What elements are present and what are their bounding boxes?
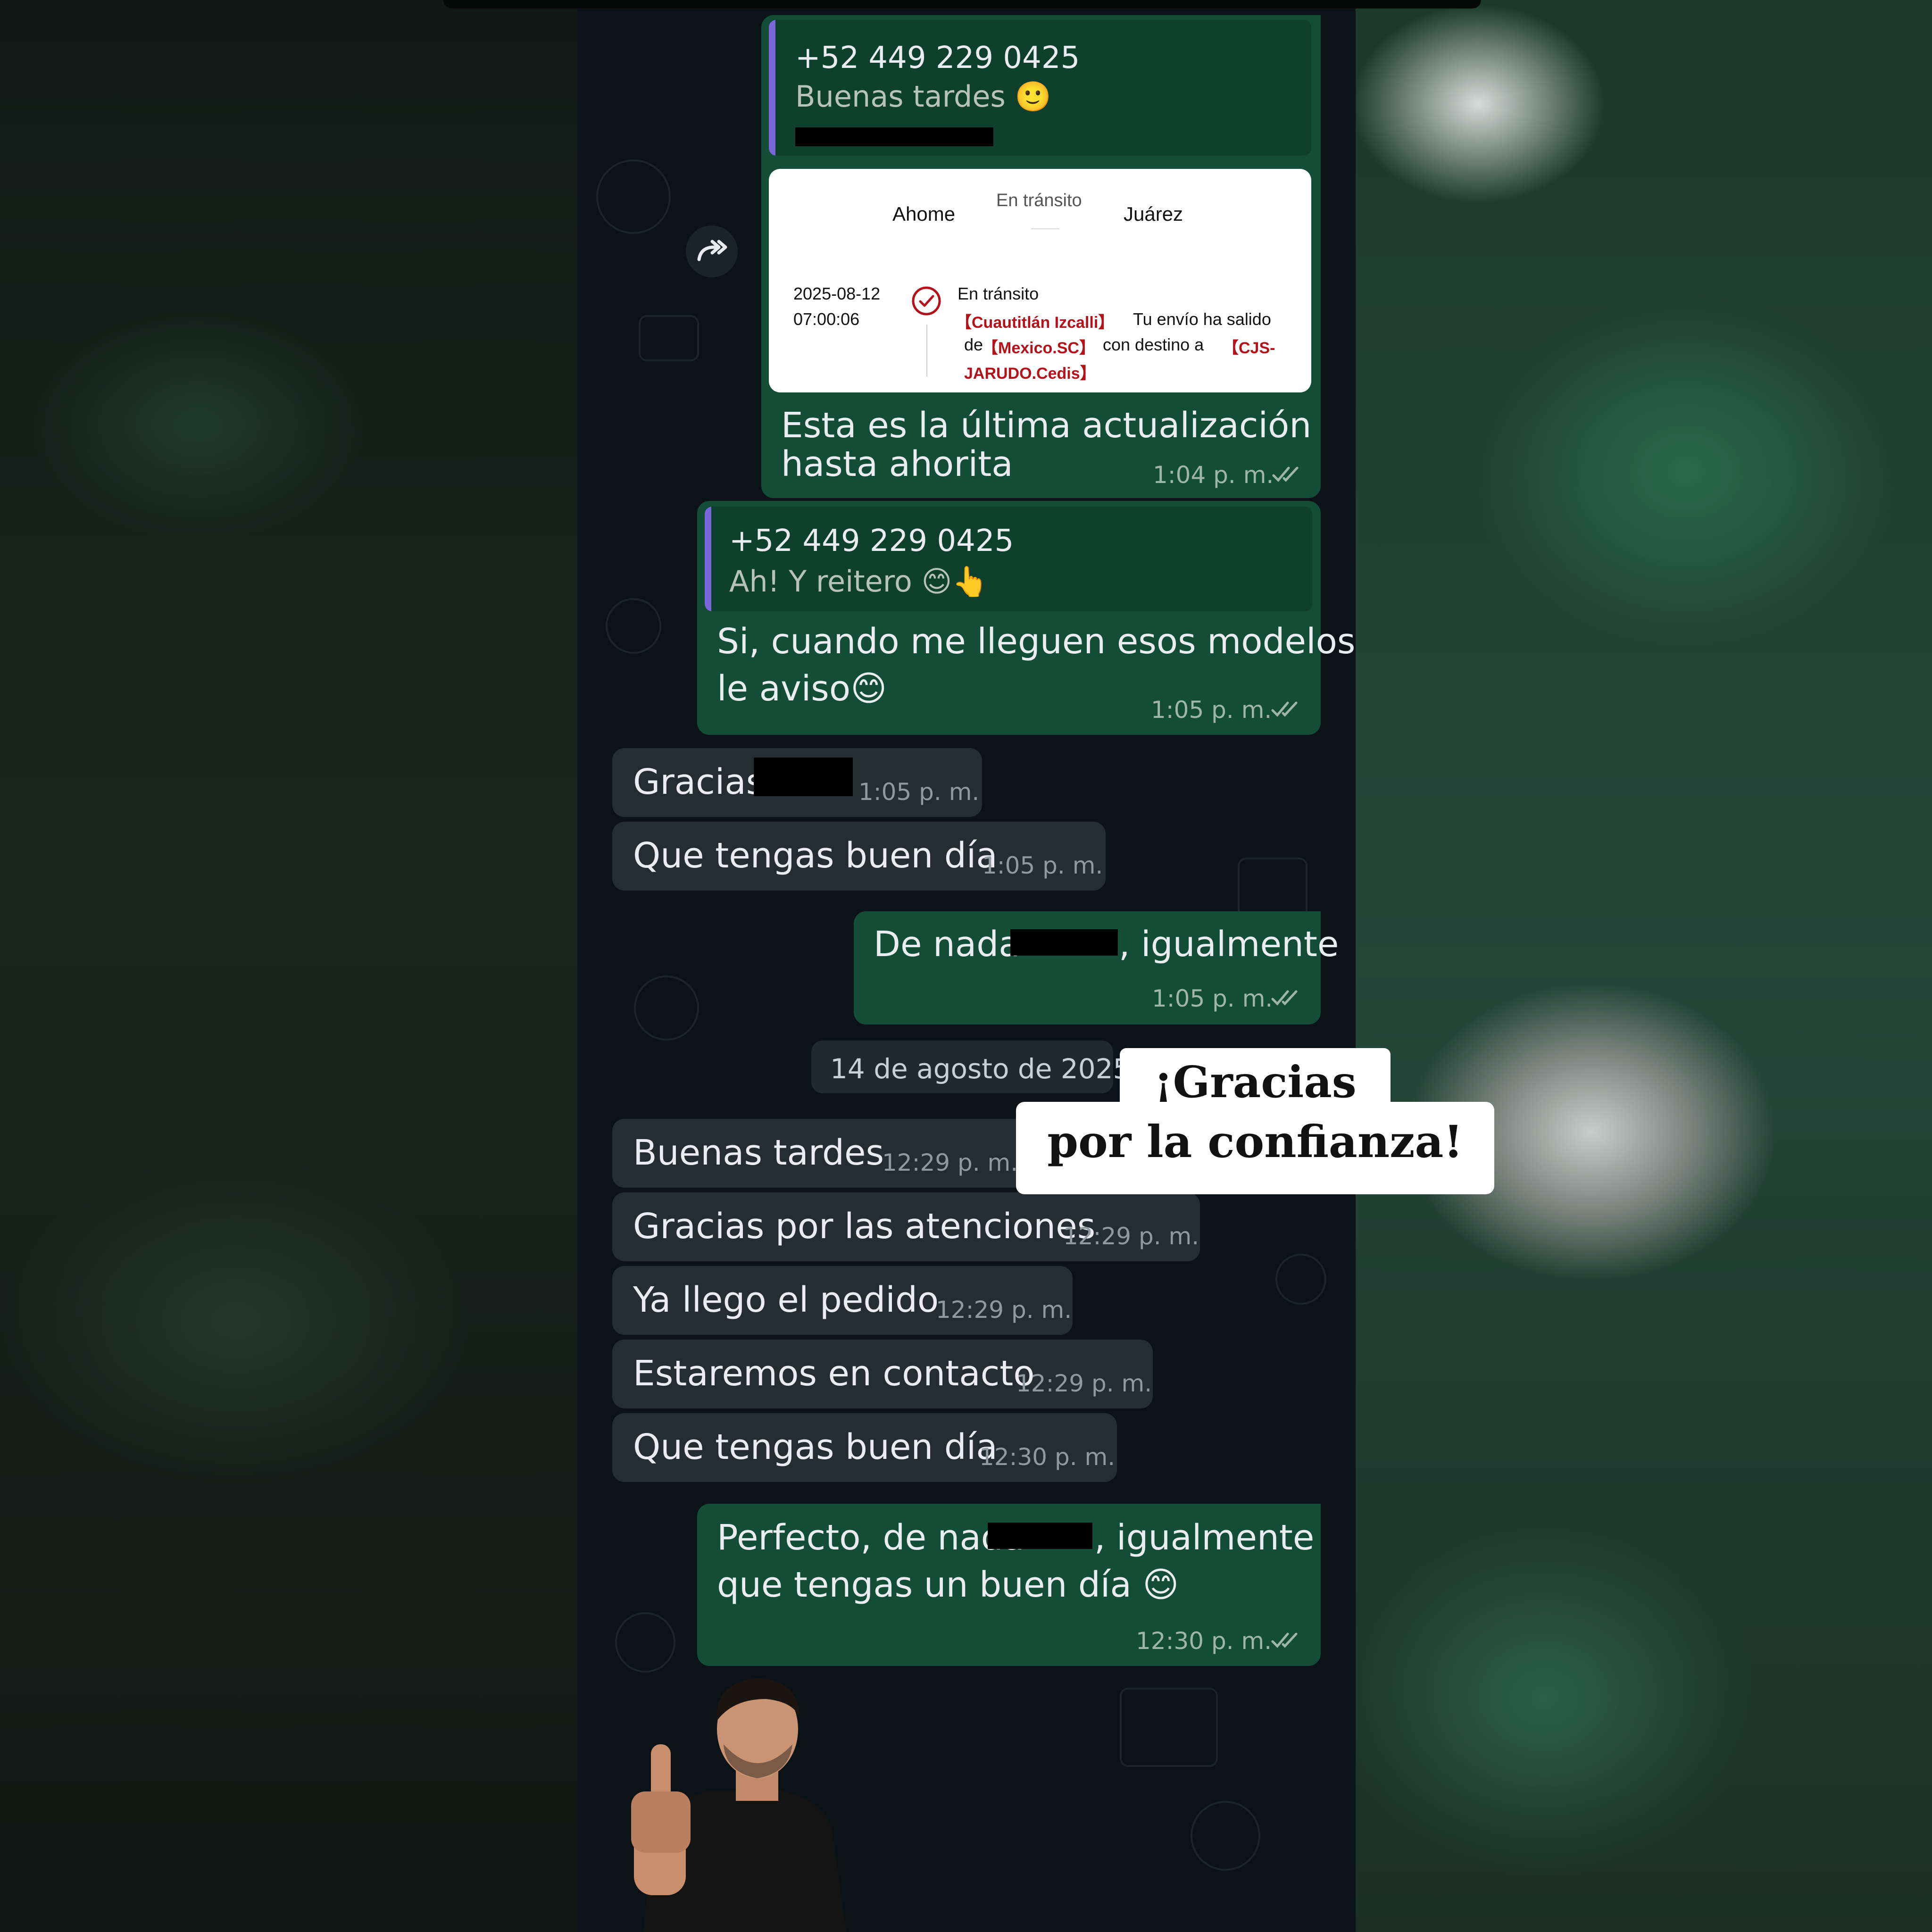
wallpaper-doodle	[1238, 858, 1307, 918]
incoming-message[interactable]: Gracias 1:05 p. m.	[612, 748, 982, 817]
origin-city: Ahome	[892, 203, 956, 225]
date-separator-text: 14 de agosto de 2025	[830, 1053, 1131, 1085]
message-time: 1:05 p. m.	[982, 852, 1103, 879]
outgoing-message[interactable]: +52 449 229 0425 Buenas tardes 🙂 Ahome E…	[761, 15, 1321, 498]
message-time: 1:04 p. m.	[1153, 461, 1274, 489]
outgoing-message[interactable]: De nada , igualmente 1:05 p. m.	[854, 911, 1339, 1024]
message-time: 1:05 p. m.	[1151, 696, 1272, 724]
chat-screen[interactable]: +52 449 229 0425 Buenas tardes 🙂 Ahome E…	[577, 8, 1356, 1932]
redaction	[988, 1523, 1092, 1549]
wallpaper-doodle	[639, 315, 699, 361]
double-check-icon	[1272, 466, 1299, 482]
quote-bar	[705, 507, 711, 611]
wallpaper-doodle	[596, 159, 671, 234]
event-text: con destino a	[1103, 335, 1204, 354]
message-text: Buenas tardes	[633, 1133, 884, 1173]
message-text: , igualmente	[1094, 1517, 1315, 1558]
quoted-message[interactable]: +52 449 229 0425 Buenas tardes 🙂	[769, 20, 1311, 156]
event-location: 【CJS-	[1223, 339, 1275, 357]
message-text: De nada	[874, 924, 1020, 965]
wallpaper-doodle	[1275, 1254, 1326, 1305]
message-time: 12:30 p. m.	[979, 1443, 1116, 1471]
incoming-message[interactable]: Que tengas buen día 1:05 p. m.	[612, 822, 1106, 891]
tracking-card[interactable]: Ahome En tránsito Juárez 2025-08-12 07:0…	[769, 169, 1311, 392]
quote-bar	[769, 20, 775, 156]
message-time: 12:30 p. m.	[1136, 1627, 1272, 1655]
transit-status: En tránsito	[996, 191, 1082, 210]
caption-line-2: por la confianza!	[1016, 1102, 1494, 1194]
forward-button[interactable]	[686, 225, 738, 277]
quote-text: Ah! Y reitero 😊👆	[729, 564, 989, 599]
message-time: 12:29 p. m.	[1063, 1223, 1199, 1250]
message-text: , igualmente	[1119, 924, 1339, 965]
wallpaper-doodle	[634, 975, 699, 1041]
redaction	[1010, 929, 1118, 956]
message-time: 1:05 p. m.	[858, 778, 980, 806]
message-text: Gracias por las atenciones	[633, 1206, 1096, 1247]
event-title: En tránsito	[958, 284, 1039, 303]
wallpaper-doodle	[606, 598, 661, 654]
destination-city: Juárez	[1124, 203, 1183, 225]
message-text: Que tengas buen día	[633, 1427, 998, 1467]
event-text: de	[964, 335, 983, 354]
outgoing-message[interactable]: Perfecto, de nada , igualmente que tenga…	[697, 1504, 1321, 1666]
incoming-message[interactable]: Buenas tardes 12:29 p. m.	[612, 1119, 1037, 1188]
message-text: Si, cuando me lleguen esos modelos	[717, 621, 1356, 662]
message-text: Que tengas buen día	[633, 835, 998, 876]
message-time: 12:29 p. m.	[936, 1296, 1072, 1324]
message-text: le aviso😊	[717, 668, 887, 709]
blurred-background-left	[0, 0, 577, 1932]
caption-line-1: ¡Gracias	[1120, 1048, 1391, 1108]
caption-text: por la confianza!	[1047, 1116, 1463, 1168]
message-time: 12:29 p. m.	[1016, 1370, 1152, 1397]
incoming-message[interactable]: Ya llego el pedido 12:29 p. m.	[612, 1266, 1073, 1335]
incoming-message[interactable]: Que tengas buen día 12:30 p. m.	[612, 1413, 1117, 1482]
message-text: que tengas un buen día 😊	[717, 1565, 1179, 1605]
event-text: Tu envío ha salido	[1133, 309, 1271, 329]
event-time: 07:00:06	[793, 309, 860, 329]
top-edge	[443, 0, 1481, 8]
message-text: hasta ahorita	[781, 444, 1013, 484]
event-location: 【Mexico.SC】	[982, 339, 1095, 357]
person-thumbs-up-image	[631, 1678, 846, 1932]
forward-icon	[697, 240, 727, 261]
quoted-message[interactable]: +52 449 229 0425 Ah! Y reitero 😊👆	[705, 507, 1312, 611]
message-time: 1:05 p. m.	[1152, 985, 1273, 1012]
caption-text: ¡Gracias	[1154, 1057, 1357, 1108]
outgoing-message[interactable]: +52 449 229 0425 Ah! Y reitero 😊👆 Si, cu…	[697, 501, 1355, 735]
blurred-background-right	[1356, 0, 1932, 1932]
timeline-line	[926, 325, 927, 376]
double-check-icon	[1271, 990, 1298, 1006]
quote-text: Buenas tardes 🙂	[795, 79, 1051, 114]
event-location: JARUDO.Cedis】	[964, 365, 1096, 383]
double-check-icon	[1271, 701, 1298, 717]
check-circle-icon	[912, 286, 941, 316]
message-text: Estaremos en contacto	[633, 1353, 1035, 1394]
message-text: Perfecto, de nada	[717, 1517, 1025, 1558]
wallpaper-doodle	[1120, 1688, 1218, 1767]
event-date: 2025-08-12	[793, 284, 881, 303]
message-text: Gracias	[633, 762, 765, 802]
route-line	[1031, 228, 1059, 229]
date-separator: 14 de agosto de 2025	[811, 1041, 1130, 1093]
redaction	[795, 127, 993, 146]
event-location: 【Cuautitlán Izcalli】	[956, 314, 1115, 332]
redaction	[754, 758, 853, 796]
incoming-message[interactable]: Gracias por las atenciones 12:29 p. m.	[612, 1192, 1200, 1261]
incoming-message[interactable]: Estaremos en contacto 12:29 p. m.	[612, 1340, 1153, 1408]
message-text: Ya llego el pedido	[633, 1280, 939, 1320]
quote-sender: +52 449 229 0425	[729, 524, 1014, 558]
wallpaper-doodle	[615, 1612, 675, 1673]
quote-sender: +52 449 229 0425	[795, 41, 1080, 75]
wallpaper-doodle	[1191, 1801, 1260, 1871]
double-check-icon	[1271, 1632, 1298, 1648]
message-time: 12:29 p. m.	[882, 1149, 1018, 1176]
